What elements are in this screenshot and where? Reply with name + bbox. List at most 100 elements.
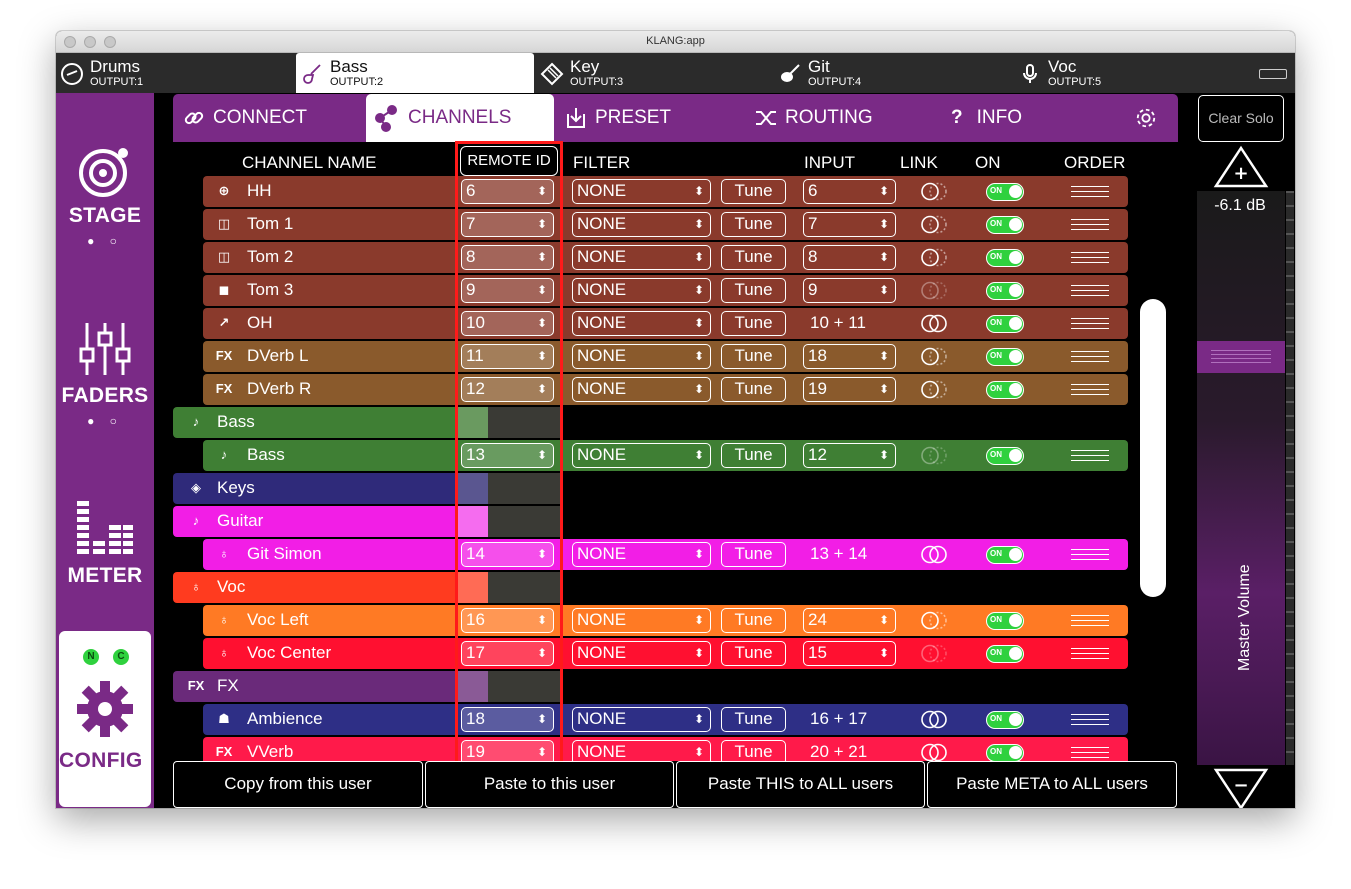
on-toggle[interactable]: ON <box>986 216 1024 234</box>
on-toggle[interactable]: ON <box>986 282 1024 300</box>
channel-group-row[interactable]: ◈ Keys <box>173 473 488 504</box>
filter-select[interactable]: NONE ⬍ <box>572 179 711 204</box>
clear-solo-button[interactable]: Clear Solo <box>1198 95 1284 142</box>
master-fader[interactable] <box>1197 191 1285 765</box>
link-rings-icon[interactable] <box>919 644 949 663</box>
tab-info[interactable]: ? INFO <box>951 94 1091 142</box>
drag-handle-icon[interactable] <box>1071 648 1109 659</box>
drag-handle-icon[interactable] <box>1071 615 1109 626</box>
user-tab-key[interactable]: Key OUTPUT:3 <box>536 53 774 93</box>
filter-select[interactable]: NONE ⬍ <box>572 377 711 402</box>
channel-group-row[interactable]: ♁ Voc <box>173 572 488 603</box>
tab-preset[interactable]: PRESET <box>565 94 745 142</box>
link-rings-icon[interactable] <box>919 347 949 366</box>
channel-group-row[interactable]: ♪ Bass <box>173 407 488 438</box>
input-select[interactable]: 8 ⬍ <box>803 245 896 270</box>
drag-handle-icon[interactable] <box>1071 384 1109 395</box>
tune-button[interactable]: Tune <box>721 344 786 369</box>
sidebar-item-faders[interactable]: FADERS ● ○ <box>56 319 154 428</box>
user-tab-git[interactable]: Git OUTPUT:4 <box>774 53 1012 93</box>
input-select[interactable]: 19 ⬍ <box>803 377 896 402</box>
volume-up-button[interactable]: + <box>1213 145 1269 189</box>
channel-row[interactable]: ◫ Tom 2 8 ⬍ NONE ⬍ Tune 8 ⬍ ON <box>203 242 1128 273</box>
sidebar-item-meter[interactable]: METER <box>56 499 154 588</box>
drag-handle-icon[interactable] <box>1071 219 1109 230</box>
tab-routing[interactable]: ROUTING <box>755 94 935 142</box>
on-toggle[interactable]: ON <box>986 315 1024 333</box>
on-toggle[interactable]: ON <box>986 348 1024 366</box>
filter-select[interactable]: NONE ⬍ <box>572 311 711 336</box>
channel-row[interactable]: ♁ Git Simon 14 ⬍ NONE ⬍ Tune 13 + 14 ON <box>203 539 1128 570</box>
drag-handle-icon[interactable] <box>1071 318 1109 329</box>
tune-button[interactable]: Tune <box>721 641 786 666</box>
user-tab-drums[interactable]: Drums OUTPUT:1 <box>56 53 294 93</box>
input-select[interactable]: 9 ⬍ <box>803 278 896 303</box>
copy-from-user-button[interactable]: Copy from this user <box>173 761 423 808</box>
on-toggle[interactable]: ON <box>986 381 1024 399</box>
channel-row[interactable]: FX VVerb 19 ⬍ NONE ⬍ Tune 20 + 21 ON <box>203 737 1128 761</box>
channel-row[interactable]: ↗ OH 10 ⬍ NONE ⬍ Tune 10 + 11 ON <box>203 308 1128 339</box>
on-toggle[interactable]: ON <box>986 546 1024 564</box>
drag-handle-icon[interactable] <box>1071 747 1109 758</box>
link-rings-icon[interactable] <box>919 281 949 300</box>
drag-handle-icon[interactable] <box>1071 714 1109 725</box>
tune-button[interactable]: Tune <box>721 542 786 567</box>
channel-group-row[interactable]: ♪ Guitar <box>173 506 488 537</box>
tune-button[interactable]: Tune <box>721 311 786 336</box>
sidebar-item-config[interactable]: N C CONFIG <box>59 631 151 807</box>
link-rings-icon[interactable] <box>919 314 949 333</box>
drag-handle-icon[interactable] <box>1071 351 1109 362</box>
on-toggle[interactable]: ON <box>986 645 1024 663</box>
channel-row[interactable]: ☗ Ambience 18 ⬍ NONE ⬍ Tune 16 + 17 ON <box>203 704 1128 735</box>
link-rings-icon[interactable] <box>919 710 949 729</box>
channel-row[interactable]: ♁ Voc Left 16 ⬍ NONE ⬍ Tune 24 ⬍ ON <box>203 605 1128 636</box>
channel-row[interactable]: ◼ Tom 3 9 ⬍ NONE ⬍ Tune 9 ⬍ ON <box>203 275 1128 306</box>
tune-button[interactable]: Tune <box>721 179 786 204</box>
master-fader-knob[interactable] <box>1197 341 1285 373</box>
filter-select[interactable]: NONE ⬍ <box>572 641 711 666</box>
channel-row[interactable]: ⊕ HH 6 ⬍ NONE ⬍ Tune 6 ⬍ ON <box>203 176 1128 207</box>
channel-row[interactable]: FX DVerb L 11 ⬍ NONE ⬍ Tune 18 ⬍ ON <box>203 341 1128 372</box>
tune-button[interactable]: Tune <box>721 443 786 468</box>
input-select[interactable]: 12 ⬍ <box>803 443 896 468</box>
on-toggle[interactable]: ON <box>986 612 1024 630</box>
tune-button[interactable]: Tune <box>721 608 786 633</box>
filter-select[interactable]: NONE ⬍ <box>572 245 711 270</box>
filter-select[interactable]: NONE ⬍ <box>572 344 711 369</box>
link-rings-icon[interactable] <box>919 446 949 465</box>
filter-select[interactable]: NONE ⬍ <box>572 608 711 633</box>
settings-button[interactable] <box>1135 94 1165 142</box>
channel-row[interactable]: ♁ Voc Center 17 ⬍ NONE ⬍ Tune 15 ⬍ ON <box>203 638 1128 669</box>
link-rings-icon[interactable] <box>919 380 949 399</box>
filter-select[interactable]: NONE ⬍ <box>572 212 711 237</box>
input-select[interactable]: 15 ⬍ <box>803 641 896 666</box>
on-toggle[interactable]: ON <box>986 447 1024 465</box>
on-toggle[interactable]: ON <box>986 711 1024 729</box>
channel-group-row[interactable]: FX FX <box>173 671 488 702</box>
tune-button[interactable]: Tune <box>721 740 786 761</box>
channel-row[interactable]: FX DVerb R 12 ⬍ NONE ⬍ Tune 19 ⬍ ON <box>203 374 1128 405</box>
drag-handle-icon[interactable] <box>1071 186 1109 197</box>
tune-button[interactable]: Tune <box>721 212 786 237</box>
volume-down-button[interactable]: − <box>1213 767 1269 808</box>
link-rings-icon[interactable] <box>919 743 949 761</box>
sidebar-item-stage[interactable]: STAGE ● ○ <box>56 143 154 248</box>
tune-button[interactable]: Tune <box>721 245 786 270</box>
filter-select[interactable]: NONE ⬍ <box>572 707 711 732</box>
tune-button[interactable]: Tune <box>721 377 786 402</box>
input-select[interactable]: 6 ⬍ <box>803 179 896 204</box>
paste-this-to-all-button[interactable]: Paste THIS to ALL users <box>676 761 925 808</box>
on-toggle[interactable]: ON <box>986 183 1024 201</box>
link-rings-icon[interactable] <box>919 182 949 201</box>
channel-list-scrollbar[interactable] <box>1140 299 1166 597</box>
tune-button[interactable]: Tune <box>721 707 786 732</box>
input-select[interactable]: 18 ⬍ <box>803 344 896 369</box>
filter-select[interactable]: NONE ⬍ <box>572 542 711 567</box>
filter-select[interactable]: NONE ⬍ <box>572 443 711 468</box>
tab-connect[interactable]: CONNECT <box>183 94 363 142</box>
input-select[interactable]: 24 ⬍ <box>803 608 896 633</box>
link-rings-icon[interactable] <box>919 611 949 630</box>
channel-row[interactable]: ◫ Tom 1 7 ⬍ NONE ⬍ Tune 7 ⬍ ON <box>203 209 1128 240</box>
drag-handle-icon[interactable] <box>1071 450 1109 461</box>
drag-handle-icon[interactable] <box>1071 285 1109 296</box>
